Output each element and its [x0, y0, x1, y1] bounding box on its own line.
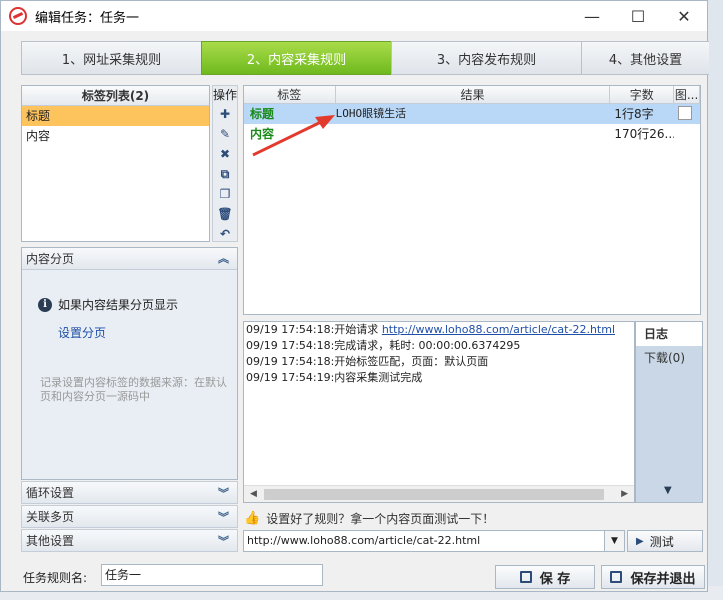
url-dropdown-icon[interactable]: ▼	[605, 530, 625, 552]
add-icon[interactable]: ✚	[213, 104, 237, 124]
scroll-thumb[interactable]	[264, 489, 604, 500]
save-exit-button[interactable]: 保存并退出	[601, 565, 705, 589]
test-button-label: 测试	[649, 534, 674, 549]
step-content-rules[interactable]: 2、内容采集规则	[201, 41, 391, 75]
accordion-label: 循环设置	[26, 486, 75, 500]
trash-icon[interactable]: 🗑	[213, 204, 237, 224]
task-name-label: 任务规则名:	[23, 571, 88, 585]
delete-icon[interactable]: ✖	[213, 144, 237, 164]
step-label: 1、网址采集规则	[61, 52, 162, 68]
step-label: 4、其他设置	[608, 52, 683, 68]
app-logo-icon	[9, 7, 27, 25]
accordion-related-pages[interactable]: 关联多页 ︾	[21, 505, 238, 528]
pagination-title: 内容分页	[26, 252, 75, 266]
task-name-input[interactable]: 任务一	[101, 564, 323, 586]
tag-list-header: 标签列表(2)	[22, 86, 209, 106]
window-title: 编辑任务：任务一	[35, 10, 140, 26]
row-result: LOHO眼镜生活	[335, 107, 407, 120]
tab-download[interactable]: 下载(0)	[636, 346, 702, 370]
step-other-settings[interactable]: 4、其他设置	[581, 41, 709, 75]
log-horizontal-scrollbar[interactable]: ◀ ▶	[244, 485, 634, 502]
chevron-down-icon: ︾	[218, 535, 229, 548]
operations-toolbar: 操作 ✚ ✎ ✖ ⧉ ❐ 🗑 ↶	[212, 85, 238, 242]
chevron-down-icon: ︾	[218, 487, 229, 500]
pagination-info-text: 如果内容结果分页显示	[58, 298, 179, 312]
tag-item-title[interactable]: 标题	[22, 106, 209, 126]
pagination-info: i 如果内容结果分页显示	[38, 296, 178, 313]
pagination-hint: 记录设置内容标签的数据来源：在默认页和内容分页一源码中	[40, 376, 227, 403]
title-bar: 编辑任务：任务一 — ☐ ✕	[1, 1, 707, 31]
accordion-label: 其他设置	[26, 534, 75, 548]
tag-item-content[interactable]: 内容	[22, 126, 209, 146]
save-icon	[519, 571, 532, 583]
accordion-label: 关联多页	[26, 510, 75, 524]
accordion-other-settings[interactable]: 其他设置 ︾	[21, 529, 238, 552]
test-tip: 👍 设置好了规则？拿一个内容页面测试一下！	[244, 510, 494, 527]
play-icon: ▶	[636, 535, 644, 547]
pagination-header[interactable]: 内容分页 ︽	[22, 248, 237, 270]
scroll-right-icon[interactable]: ▶	[621, 489, 628, 499]
info-icon: i	[38, 297, 52, 312]
maximize-button[interactable]: ☐	[615, 1, 661, 31]
log-text: 09/19 17:54:18:开始请求	[246, 323, 382, 336]
log-url-link[interactable]: http://www.loho88.com/article/cat-22.htm…	[382, 323, 615, 336]
accordion-loop-settings[interactable]: 循环设置 ︾	[21, 481, 238, 504]
tab-log[interactable]: 日志	[636, 322, 702, 346]
column-image[interactable]: 图...	[674, 86, 700, 103]
tag-list-panel: 标签列表(2) 标题 内容	[21, 85, 210, 242]
log-panel: 09/19 17:54:18:开始请求 http://www.loho88.co…	[243, 321, 635, 503]
chevron-up-icon[interactable]: ︽	[218, 248, 229, 270]
minimize-button[interactable]: —	[569, 1, 615, 31]
test-url-input[interactable]: http://www.loho88.com/article/cat-22.htm…	[243, 530, 605, 552]
column-count[interactable]: 字数	[610, 86, 675, 103]
row-result	[336, 124, 611, 144]
triangle-down-icon[interactable]: ▼	[664, 485, 672, 496]
step-url-rules[interactable]: 1、网址采集规则	[21, 41, 201, 75]
pagination-panel: 内容分页 ︽ i 如果内容结果分页显示 设置分页 记录设置内容标签的数据来源：在…	[21, 247, 238, 480]
image-checkbox[interactable]	[678, 106, 693, 120]
log-side-tabs: 日志 下载(0) ▼	[635, 321, 703, 503]
log-line: 09/19 17:54:19:内容采集测试完成	[246, 371, 423, 384]
copy-icon[interactable]: ⧉	[213, 164, 237, 184]
desktop-background	[708, 0, 723, 600]
edit-task-window: 编辑任务：任务一 — ☐ ✕ 1、网址采集规则 2、内容采集规则 3、内容发布规…	[0, 0, 709, 592]
step-label: 2、内容采集规则	[246, 52, 347, 68]
test-button[interactable]: ▶ 测试	[627, 530, 703, 552]
scroll-left-icon[interactable]: ◀	[250, 489, 257, 499]
step-label: 3、内容发布规则	[436, 52, 537, 68]
column-tag[interactable]: 标签	[244, 86, 336, 103]
log-line: 09/19 17:54:18:开始请求 http://www.loho88.co…	[244, 322, 634, 338]
row-count: 1行8字	[614, 107, 654, 121]
result-table-header: 标签 结果 字数 图...	[244, 86, 700, 104]
chevron-down-icon: ︾	[218, 511, 229, 524]
operations-header: 操作	[213, 88, 238, 102]
save-exit-label: 保存并退出	[630, 571, 696, 587]
column-result[interactable]: 结果	[336, 86, 611, 103]
save-button[interactable]: 保 存	[495, 565, 595, 589]
test-tip-text: 设置好了规则？拿一个内容页面测试一下！	[266, 512, 495, 526]
save-exit-icon	[610, 571, 623, 583]
red-arrow-annotation	[252, 115, 335, 157]
undo-icon[interactable]: ↶	[213, 224, 237, 244]
log-line: 09/19 17:54:18:开始标签匹配，页面：默认页面	[246, 355, 489, 368]
row-count: 170行26...	[614, 127, 675, 141]
save-label: 保 存	[539, 571, 571, 587]
wizard-steps: 1、网址采集规则 2、内容采集规则 3、内容发布规则 4、其他设置	[21, 41, 709, 75]
edit-icon[interactable]: ✎	[213, 124, 237, 144]
paste-icon[interactable]: ❐	[213, 184, 237, 204]
set-pagination-link[interactable]: 设置分页	[58, 324, 106, 341]
log-line: 09/19 17:54:18:完成请求，耗时: 00:00:00.6374295	[246, 339, 521, 352]
close-button[interactable]: ✕	[661, 1, 707, 31]
step-publish-rules[interactable]: 3、内容发布规则	[391, 41, 581, 75]
thumbs-up-icon: 👍	[244, 511, 261, 526]
